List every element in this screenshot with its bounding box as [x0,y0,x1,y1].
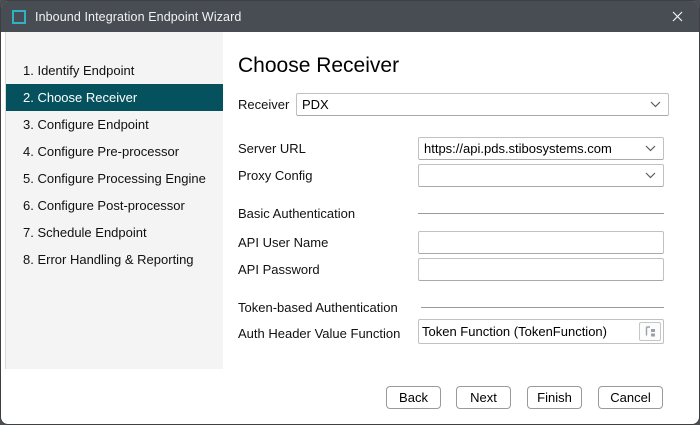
api-user-name-label: API User Name [238,235,328,250]
wizard-steps-sidebar: 1. Identify Endpoint 2. Choose Receiver … [5,32,223,369]
wizard-window: Inbound Integration Endpoint Wizard 1. I… [0,0,700,425]
proxy-config-dropdown[interactable] [418,164,664,187]
sidebar-item-configure-post-processor[interactable]: 6. Configure Post-processor [6,192,223,219]
close-icon [672,11,683,22]
api-password-field[interactable] [418,258,664,281]
section-divider [418,213,664,214]
page-title: Choose Receiver [238,54,399,78]
receiver-value: PDX [302,97,329,112]
server-url-value: https://api.pds.stibosystems.com [424,141,612,156]
server-url-label: Server URL [238,141,306,156]
close-button[interactable] [655,1,699,32]
auth-header-value-function-value: Token Function (TokenFunction) [422,324,607,339]
sidebar-item-schedule-endpoint[interactable]: 7. Schedule Endpoint [6,219,223,246]
token-auth-section-label: Token-based Authentication [238,300,398,315]
api-user-name-field[interactable] [418,231,664,254]
proxy-config-label: Proxy Config [238,168,312,183]
receiver-label: Receiver [238,97,289,112]
finish-button[interactable]: Finish [527,386,582,409]
sidebar-item-configure-endpoint[interactable]: 3. Configure Endpoint [6,111,223,138]
api-password-label: API Password [238,262,320,277]
cancel-button[interactable]: Cancel [598,386,663,409]
function-picker-button[interactable] [639,322,661,341]
window-title: Inbound Integration Endpoint Wizard [35,10,241,24]
auth-header-value-function-label: Auth Header Value Function [238,326,400,341]
section-divider [421,307,664,308]
sidebar-item-choose-receiver[interactable]: 2. Choose Receiver [6,84,223,111]
chevron-down-icon [645,145,656,152]
auth-header-value-function-field[interactable]: Token Function (TokenFunction) [418,319,664,344]
sidebar-item-error-handling-reporting[interactable]: 8. Error Handling & Reporting [6,246,223,273]
chevron-down-icon [650,101,661,108]
server-url-dropdown[interactable]: https://api.pds.stibosystems.com [418,137,664,160]
app-icon [12,10,26,24]
chevron-down-icon [645,172,656,179]
receiver-dropdown[interactable]: PDX [296,93,669,116]
sidebar-item-identify-endpoint[interactable]: 1. Identify Endpoint [6,57,223,84]
sidebar-item-configure-pre-processor[interactable]: 4. Configure Pre-processor [6,138,223,165]
next-button[interactable]: Next [456,386,511,409]
title-bar: Inbound Integration Endpoint Wizard [1,1,699,32]
basic-auth-section-label: Basic Authentication [238,206,355,221]
tree-hierarchy-icon [644,326,657,337]
sidebar-item-configure-processing-engine[interactable]: 5. Configure Processing Engine [6,165,223,192]
back-button[interactable]: Back [386,386,441,409]
